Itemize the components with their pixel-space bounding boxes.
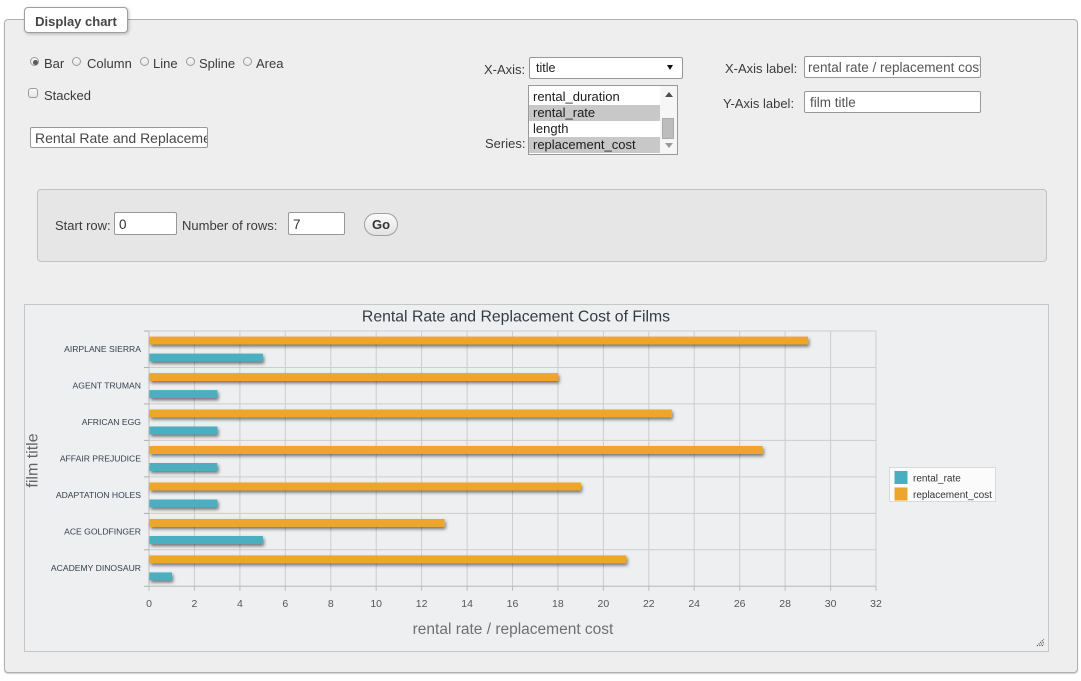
svg-text:30: 30 [825,598,837,610]
svg-text:16: 16 [507,598,519,610]
svg-text:AFRICAN EGG: AFRICAN EGG [82,417,142,427]
svg-text:ACE GOLDFINGER: ACE GOLDFINGER [64,527,141,537]
svg-text:AIRPLANE SIERRA: AIRPLANE SIERRA [64,344,141,354]
svg-text:rental_rate: rental_rate [913,474,961,485]
svg-text:ACADEMY DINOSAUR: ACADEMY DINOSAUR [51,563,141,573]
svg-text:28: 28 [779,598,791,610]
svg-text:4: 4 [237,598,243,610]
svg-text:24: 24 [688,598,700,610]
svg-text:film title: film title [25,433,42,487]
svg-text:14: 14 [461,598,473,610]
svg-text:8: 8 [328,598,334,610]
svg-text:AGENT TRUMAN: AGENT TRUMAN [73,381,141,391]
svg-text:ADAPTATION HOLES: ADAPTATION HOLES [56,490,141,500]
svg-text:20: 20 [598,598,610,610]
svg-text:10: 10 [370,598,382,610]
svg-text:22: 22 [643,598,655,610]
svg-text:rental rate / replacement cost: rental rate / replacement cost [413,621,614,638]
svg-text:12: 12 [416,598,428,610]
svg-text:AFFAIR PREJUDICE: AFFAIR PREJUDICE [60,454,141,464]
svg-text:2: 2 [191,598,197,610]
svg-text:Rental Rate and Replacement Co: Rental Rate and Replacement Cost of Film… [362,309,670,326]
svg-text:18: 18 [552,598,564,610]
svg-text:32: 32 [870,598,882,610]
svg-text:6: 6 [282,598,288,610]
svg-text:replacement_cost: replacement_cost [913,490,992,501]
svg-text:26: 26 [734,598,746,610]
svg-text:0: 0 [146,598,152,610]
